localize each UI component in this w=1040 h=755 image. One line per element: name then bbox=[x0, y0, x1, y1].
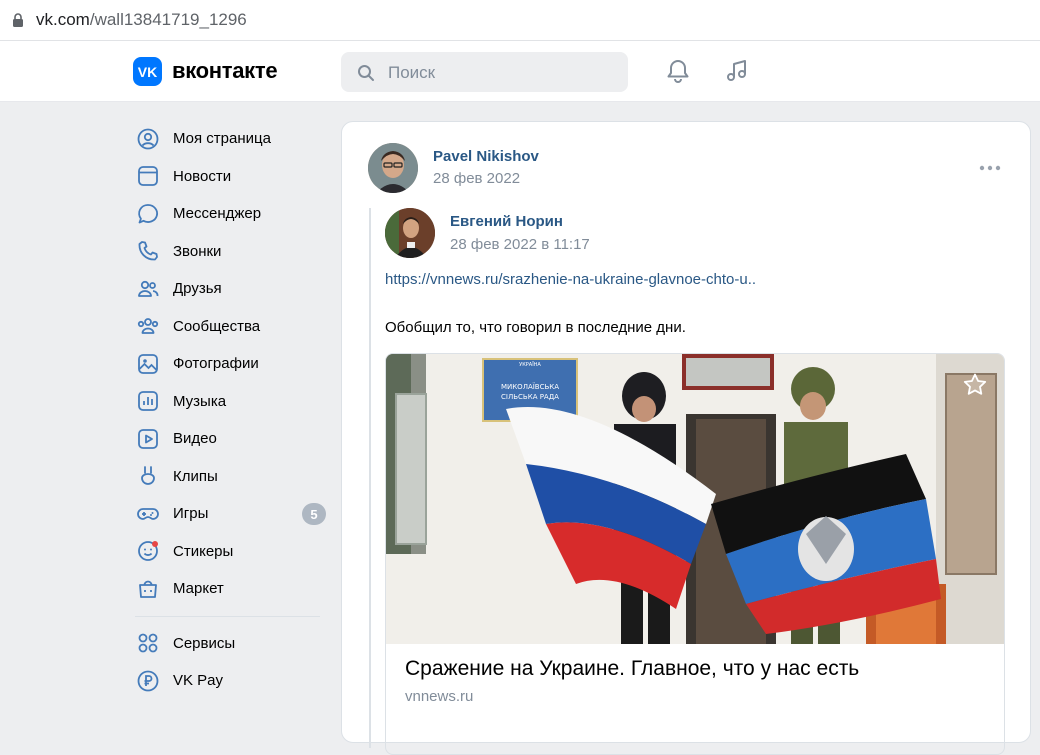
sidebar-item-label: Сообщества bbox=[173, 317, 261, 335]
url-path: /wall13841719_1296 bbox=[89, 10, 247, 29]
search-icon bbox=[358, 65, 374, 81]
sidebar-item-friends[interactable]: Друзья bbox=[133, 270, 328, 308]
more-options-icon[interactable] bbox=[978, 158, 1002, 178]
sidebar-item-vkpay[interactable]: VK Pay bbox=[133, 662, 328, 700]
attachment-title[interactable]: Сражение на Украине. Главное, что у нас … bbox=[405, 657, 859, 681]
repost-author-name[interactable]: Евгений Норин bbox=[450, 213, 563, 230]
address-text[interactable]: vk.com/wall13841719_1296 bbox=[36, 10, 247, 30]
sidebar-item-communities[interactable]: Сообщества bbox=[133, 308, 328, 346]
post-date[interactable]: 28 фев 2022 bbox=[433, 170, 520, 187]
sidebar-item-label: Звонки bbox=[173, 242, 222, 260]
bell-icon[interactable] bbox=[664, 57, 692, 85]
svg-text:УКРАЇНА: УКРАЇНА bbox=[519, 361, 541, 368]
sidebar-item-my-page[interactable]: Моя страница bbox=[133, 120, 328, 158]
market-bag-icon bbox=[135, 576, 161, 602]
sidebar-item-music[interactable]: Музыка bbox=[133, 383, 328, 421]
sidebar-item-clips[interactable]: Клипы bbox=[133, 458, 328, 496]
sidebar-item-messenger[interactable]: Мессенджер bbox=[133, 195, 328, 233]
friends-icon bbox=[135, 276, 161, 302]
author-avatar[interactable] bbox=[368, 143, 418, 193]
nav-divider bbox=[135, 615, 320, 617]
lock-icon bbox=[13, 13, 23, 27]
music-bars-icon bbox=[135, 388, 161, 414]
post-link[interactable]: https://vnnews.ru/srazhenie-na-ukraine-g… bbox=[385, 271, 756, 288]
user-circle-icon bbox=[135, 126, 161, 152]
phone-icon bbox=[135, 238, 161, 264]
services-icon bbox=[135, 630, 161, 656]
sidebar-item-label: Стикеры bbox=[173, 542, 234, 560]
sidebar-item-label: Сервисы bbox=[173, 634, 236, 652]
search-box[interactable] bbox=[341, 52, 628, 94]
sidebar-item-label: Друзья bbox=[173, 280, 222, 298]
attachment-photo: УКРАЇНА МИКОЛАЇВСЬКА СІЛЬСЬКА РАДА bbox=[386, 354, 1004, 644]
sidebar-item-stickers[interactable]: Стикеры bbox=[133, 533, 328, 571]
sidebar-item-label: Игры bbox=[173, 505, 209, 523]
vkpay-icon bbox=[135, 668, 161, 694]
avatar-portrait-image bbox=[368, 143, 418, 193]
attachment-host: vnnews.ru bbox=[405, 688, 474, 705]
message-icon bbox=[135, 201, 161, 227]
top-header: VK вконтакте bbox=[0, 41, 1040, 102]
sidebar-item-label: Новости bbox=[173, 167, 232, 185]
sidebar-item-market[interactable]: Маркет bbox=[133, 570, 328, 608]
sidebar-item-label: Моя страница bbox=[173, 130, 271, 148]
sidebar-item-label: VK Pay bbox=[173, 672, 224, 690]
games-counter-badge: 5 bbox=[302, 503, 326, 525]
sidebar-item-label: Маркет bbox=[173, 580, 224, 598]
sidebar-item-news[interactable]: Новости bbox=[133, 158, 328, 196]
post-text: Обобщил то, что говорил в последние дни. bbox=[385, 319, 686, 336]
video-icon bbox=[135, 426, 161, 452]
gamepad-icon bbox=[135, 501, 161, 527]
sidebar-item-games[interactable]: Игры 5 bbox=[133, 495, 328, 533]
wall-post: Pavel Nikishov 28 фев 2022 Евгений Норин… bbox=[341, 121, 1031, 755]
photo-icon bbox=[135, 351, 161, 377]
repost-date[interactable]: 28 фев 2022 в 11:17 bbox=[450, 236, 590, 253]
sidebar-item-calls[interactable]: Звонки bbox=[133, 233, 328, 271]
post-author-name[interactable]: Pavel Nikishov bbox=[433, 148, 539, 165]
left-nav: Моя страница Новости Мессенджер Звонки Д… bbox=[133, 120, 328, 700]
svg-text:МИКОЛАЇВСЬКА: МИКОЛАЇВСЬКА bbox=[501, 382, 559, 391]
sticker-icon bbox=[135, 538, 161, 564]
url-host: vk.com bbox=[36, 10, 90, 29]
search-input[interactable] bbox=[386, 52, 620, 94]
bookmark-star-icon[interactable] bbox=[962, 372, 988, 398]
repost-author-avatar[interactable] bbox=[385, 208, 435, 258]
svg-text:СІЛЬСЬКА РАДА: СІЛЬСЬКА РАДА bbox=[501, 393, 559, 401]
repost-indicator-line bbox=[369, 208, 371, 748]
communities-icon bbox=[135, 313, 161, 339]
sidebar-item-video[interactable]: Видео bbox=[133, 420, 328, 458]
browser-url-bar[interactable]: vk.com/wall13841719_1296 bbox=[0, 0, 1040, 41]
news-icon bbox=[135, 163, 161, 189]
avatar-portrait-image bbox=[385, 208, 435, 258]
sidebar-item-label: Видео bbox=[173, 430, 217, 448]
sidebar-item-label: Мессенджер bbox=[173, 205, 262, 223]
sidebar-item-photos[interactable]: Фотографии bbox=[133, 345, 328, 383]
sidebar-item-label: Клипы bbox=[173, 467, 218, 485]
vk-logo-icon[interactable]: VK bbox=[133, 57, 162, 86]
sidebar-item-label: Музыка bbox=[173, 392, 227, 410]
vk-logo-text[interactable]: вконтакте bbox=[172, 58, 278, 84]
clips-icon bbox=[135, 463, 161, 489]
sidebar-item-label: Фотографии bbox=[173, 355, 259, 373]
music-icon[interactable] bbox=[723, 57, 751, 85]
sidebar-item-services[interactable]: Сервисы bbox=[133, 625, 328, 663]
link-attachment[interactable]: УКРАЇНА МИКОЛАЇВСЬКА СІЛЬСЬКА РАДА Сраже… bbox=[385, 353, 1005, 755]
